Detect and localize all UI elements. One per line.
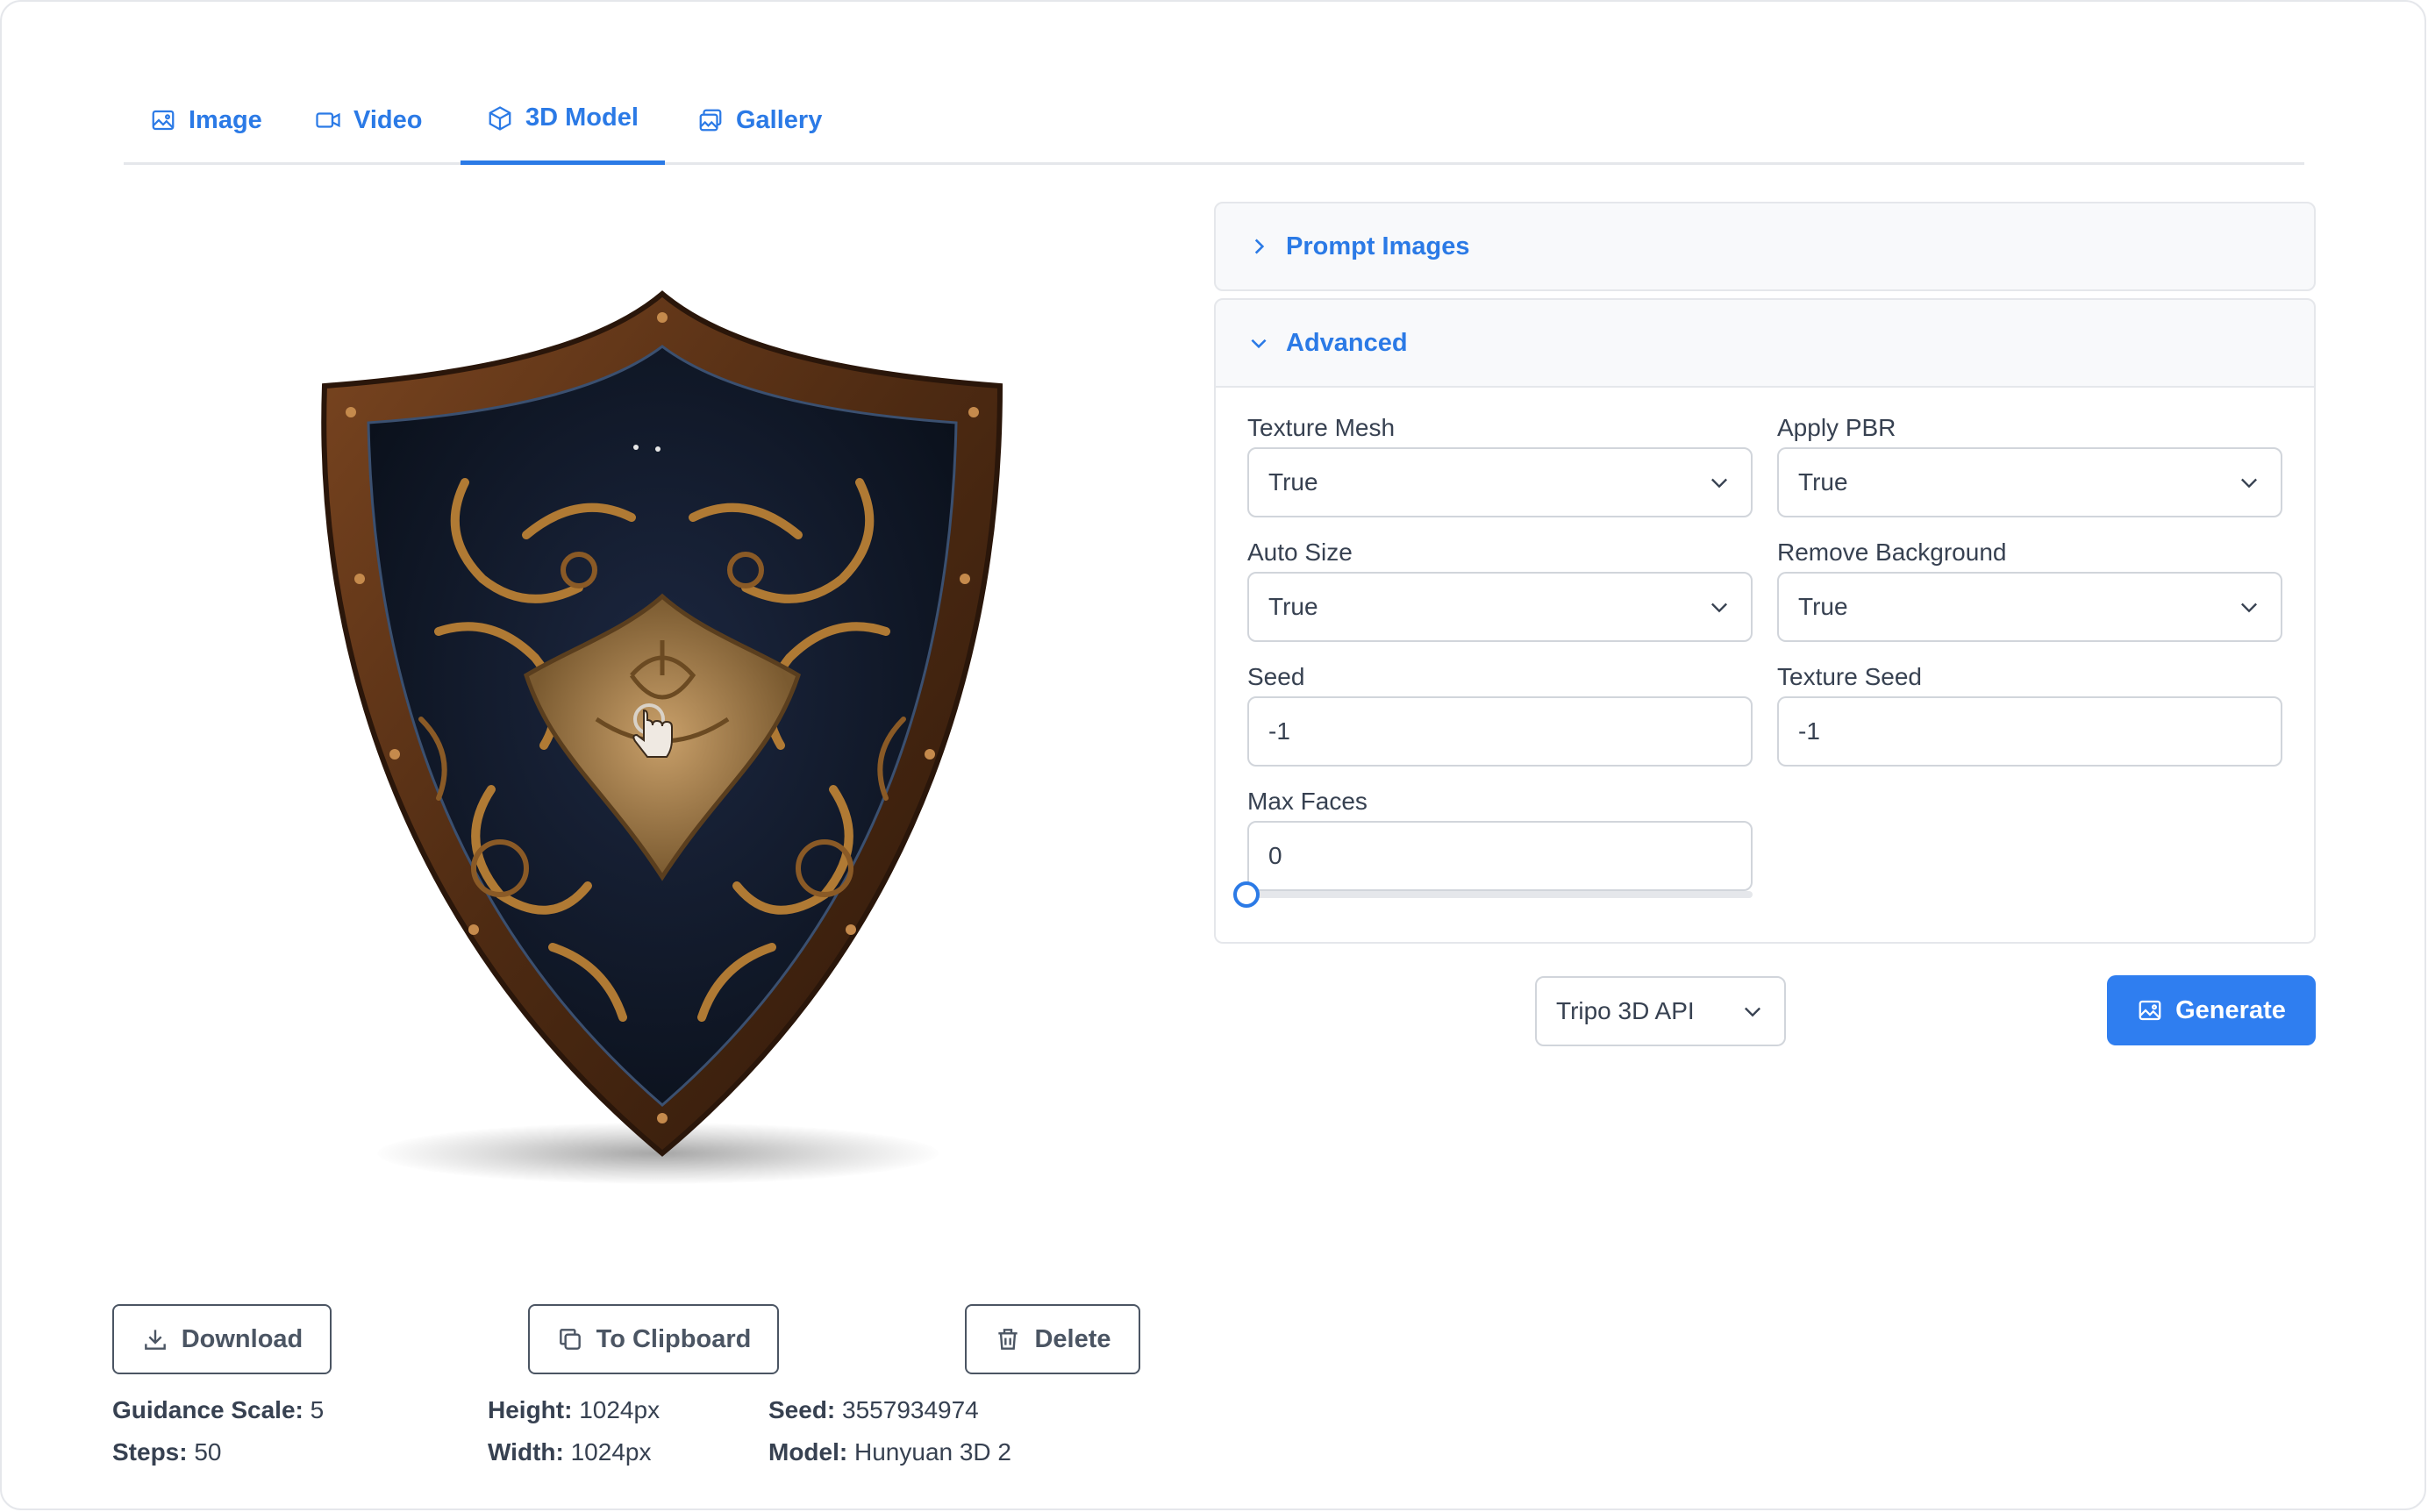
apply-pbr-select[interactable]: True [1777, 447, 2282, 517]
height-key: Height: [488, 1396, 573, 1423]
seed-field[interactable] [1247, 696, 1753, 767]
delete-button[interactable]: Delete [965, 1304, 1140, 1374]
download-button[interactable]: Download [112, 1304, 332, 1374]
chevron-down-icon [1251, 339, 1267, 349]
download-icon [144, 1330, 166, 1350]
max-faces-label: Max Faces [1247, 788, 1368, 815]
texture-mesh-label: Texture Mesh [1247, 414, 1396, 441]
trash-icon [998, 1329, 1018, 1350]
chevron-down-icon [2241, 478, 2257, 489]
auto-size-select[interactable]: True [1247, 572, 1753, 642]
tab-gallery-label: Gallery [736, 105, 823, 134]
provider-value: Tripo 3D API [1556, 997, 1695, 1024]
tab-3d-model[interactable]: 3D Model [461, 88, 665, 165]
guidance-scale-value: 5 [310, 1396, 325, 1423]
seed-label: Seed [1247, 663, 1305, 690]
texture-mesh-select[interactable]: True [1247, 447, 1753, 517]
chevron-right-icon [1254, 239, 1265, 254]
width-key: Width: [488, 1438, 564, 1466]
remove-background-select[interactable]: True [1777, 572, 2282, 642]
max-faces-slider-thumb[interactable] [1233, 881, 1260, 908]
texture-seed-label: Texture Seed [1777, 663, 1922, 690]
seed-meta: Seed: 3557934974 [768, 1396, 979, 1424]
delete-label: Delete [1034, 1324, 1111, 1353]
tab-3d-model-label: 3D Model [525, 103, 639, 132]
texture-seed-input[interactable] [1798, 717, 2261, 745]
clipboard-icon [559, 1329, 581, 1350]
tab-bar: Image Video 3D Model Gallery [124, 88, 2304, 165]
model-meta: Model: Hunyuan 3D 2 [768, 1438, 1011, 1466]
auto-size-value: True [1268, 593, 1318, 620]
chevron-down-icon [1745, 1007, 1760, 1017]
shield-model[interactable] [263, 263, 1070, 1202]
tab-image-label: Image [189, 105, 262, 134]
chevron-down-icon [1711, 603, 1727, 613]
image-icon [2139, 1000, 2161, 1021]
provider-select[interactable]: Tripo 3D API [1535, 976, 1786, 1046]
cube-icon [489, 105, 511, 131]
apply-pbr-value: True [1798, 468, 1848, 496]
width-meta: Width: 1024px [488, 1438, 651, 1466]
model-key: Model: [768, 1438, 848, 1466]
generate-label: Generate [2175, 995, 2286, 1024]
to-clipboard-button[interactable]: To Clipboard [528, 1304, 779, 1374]
advanced-label: Advanced [1286, 328, 1408, 357]
tab-image[interactable]: Image [124, 88, 289, 165]
to-clipboard-label: To Clipboard [596, 1324, 752, 1353]
width-value: 1024px [570, 1438, 652, 1466]
steps-key: Steps: [112, 1438, 188, 1466]
guidance-scale-key: Guidance Scale: [112, 1396, 304, 1423]
advanced-accordion[interactable]: Advanced [1214, 298, 2316, 388]
tab-video[interactable]: Video [289, 88, 448, 165]
auto-size-label: Auto Size [1247, 538, 1353, 566]
chevron-down-icon [2241, 603, 2257, 613]
video-icon [316, 112, 340, 128]
height-meta: Height: 1024px [488, 1396, 660, 1424]
remove-background-label: Remove Background [1777, 538, 2007, 566]
steps-value: 50 [194, 1438, 222, 1466]
model-viewer[interactable] [263, 263, 1070, 1202]
texture-mesh-value: True [1268, 468, 1318, 496]
download-label: Download [181, 1324, 304, 1353]
seed-value: 3557934974 [842, 1396, 979, 1423]
seed-key: Seed: [768, 1396, 836, 1423]
model-value: Hunyuan 3D 2 [854, 1438, 1012, 1466]
guidance-scale-meta: Guidance Scale: 5 [112, 1396, 324, 1424]
prompt-images-accordion[interactable]: Prompt Images [1214, 202, 2316, 291]
prompt-images-label: Prompt Images [1286, 232, 1470, 260]
height-value: 1024px [579, 1396, 661, 1423]
seed-input[interactable] [1268, 717, 1732, 745]
tab-video-label: Video [353, 105, 423, 134]
steps-meta: Steps: 50 [112, 1438, 222, 1466]
max-faces-slider-track[interactable] [1247, 891, 1753, 898]
generate-button[interactable]: Generate [2107, 975, 2316, 1045]
apply-pbr-label: Apply PBR [1777, 414, 1896, 441]
gallery-icon [699, 109, 722, 132]
max-faces-field[interactable] [1247, 821, 1753, 891]
tab-gallery[interactable]: Gallery [671, 88, 848, 165]
chevron-down-icon [1711, 478, 1727, 489]
texture-seed-field[interactable] [1777, 696, 2282, 767]
remove-background-value: True [1798, 593, 1848, 620]
image-icon [152, 110, 175, 131]
max-faces-input[interactable] [1268, 842, 1732, 870]
